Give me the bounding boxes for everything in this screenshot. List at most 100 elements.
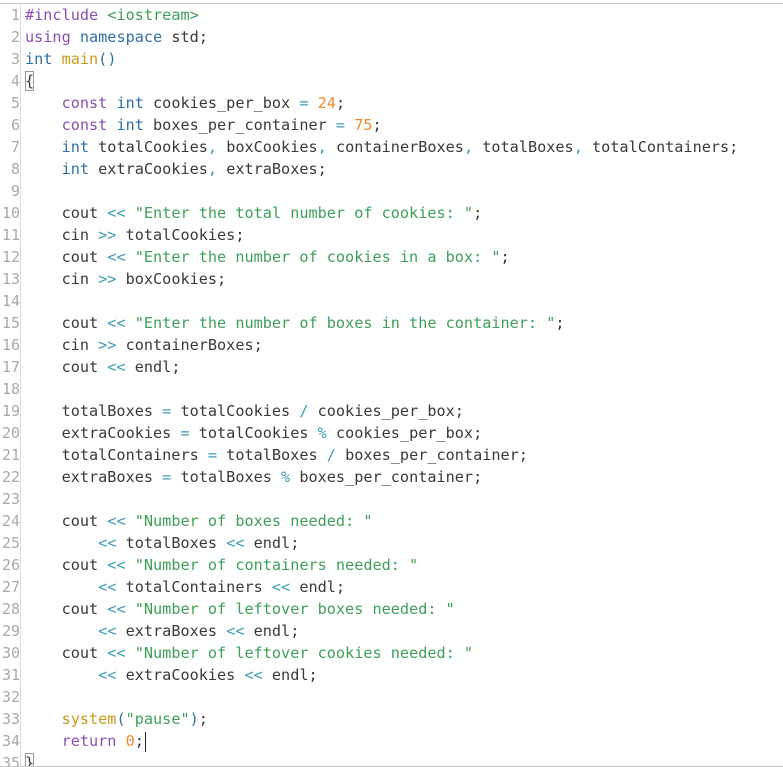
line-number: 9	[0, 180, 21, 202]
code-line[interactable]: 34 return 0;	[0, 730, 783, 752]
token-id: cin	[25, 336, 99, 354]
token-id	[25, 116, 62, 134]
token-op: <<	[107, 358, 126, 376]
token-op: =	[162, 468, 172, 486]
token-id: boxCookies	[116, 270, 218, 288]
line-number: 18	[1, 378, 21, 400]
token-pre: #include	[25, 6, 99, 24]
line-number: 35	[0, 752, 21, 766]
token-id: cout	[25, 512, 108, 530]
token-id	[98, 6, 107, 24]
token-pun: ;	[253, 336, 263, 354]
code-line[interactable]: 28 cout << "Number of leftover boxes nee…	[0, 598, 783, 620]
token-id: totalContainers	[582, 138, 730, 156]
token-str: "Number of leftover cookies needed: "	[134, 644, 474, 662]
line-number: 24	[1, 510, 21, 532]
line-code: cout << endl;	[25, 356, 181, 378]
token-type: namespace	[79, 28, 163, 46]
code-line[interactable]: 24 cout << "Number of boxes needed: "	[0, 510, 783, 532]
token-pun: ;	[372, 116, 382, 134]
token-id: cout	[25, 204, 108, 222]
line-code: cout << "Number of leftover boxes needed…	[25, 598, 455, 620]
code-line[interactable]: 12 cout << "Enter the number of cookies …	[0, 246, 783, 268]
code-line[interactable]: 6 const int boxes_per_container = 75;	[0, 114, 783, 136]
token-id: totalContainers	[25, 446, 208, 464]
code-line[interactable]: 7 int totalCookies, boxCookies, containe…	[0, 136, 783, 158]
token-str: "Enter the total number of cookies: "	[134, 204, 474, 222]
line-code: const int cookies_per_box = 24;	[25, 92, 346, 114]
token-op: <<	[107, 600, 126, 618]
token-type: int	[61, 138, 90, 156]
code-line[interactable]: 5 const int cookies_per_box = 24;	[0, 92, 783, 114]
code-line[interactable]: 16 cin >> containerBoxes;	[0, 334, 783, 356]
code-line[interactable]: 33 system("pause");	[0, 708, 783, 730]
token-fn: system	[61, 710, 117, 728]
code-line[interactable]: 20 extraCookies = totalCookies % cookies…	[0, 422, 783, 444]
token-pun: ;	[454, 402, 464, 420]
line-code: extraCookies = totalCookies % cookies_pe…	[25, 422, 483, 444]
token-id	[25, 138, 62, 156]
token-id: boxes_per_container	[290, 468, 474, 486]
code-line[interactable]: 31 << extraCookies << endl;	[0, 664, 783, 686]
code-line[interactable]: 19 totalBoxes = totalCookies / cookies_p…	[0, 400, 783, 422]
token-id: cout	[25, 248, 108, 266]
code-line[interactable]: 21 totalContainers = totalBoxes / boxes_…	[0, 444, 783, 466]
token-op: <<	[107, 556, 126, 574]
line-code: extraBoxes = totalBoxes % boxes_per_cont…	[25, 466, 483, 488]
text-cursor	[144, 731, 146, 752]
code-line[interactable]: 15 cout << "Enter the number of boxes in…	[0, 312, 783, 334]
code-line[interactable]: 4{	[0, 70, 783, 92]
code-line[interactable]: 8 int extraCookies, extraBoxes;	[0, 158, 783, 180]
token-id: totalBoxes	[25, 402, 163, 420]
token-id: cookies_per_box	[143, 94, 300, 112]
code-line[interactable]: 18	[0, 378, 783, 400]
code-editor[interactable]: 1 #include <iostream> 2 using namespace std…	[0, 3, 783, 767]
token-id: totalCookies	[189, 424, 318, 442]
code-line[interactable]: 10 cout << "Enter the total number of co…	[0, 202, 783, 224]
token-kw: const	[61, 116, 108, 134]
token-id: totalCookies	[116, 226, 236, 244]
code-line[interactable]: 1 #include <iostream>	[0, 4, 783, 26]
token-id	[25, 534, 98, 552]
token-str: "Number of leftover boxes needed: "	[134, 600, 455, 618]
code-line[interactable]: 22 extraBoxes = totalBoxes % boxes_per_c…	[0, 466, 783, 488]
code-line[interactable]: 35}	[0, 752, 783, 766]
code-line[interactable]: 27 << totalContainers << endl;	[0, 576, 783, 598]
code-line[interactable]: 25 << totalBoxes << endl;	[0, 532, 783, 554]
token-op: <<	[107, 644, 126, 662]
token-id: extraCookies	[89, 160, 208, 178]
line-code: << extraBoxes << endl;	[25, 620, 299, 642]
line-code: int extraCookies, extraBoxes;	[25, 158, 327, 180]
code-line[interactable]: 9	[0, 180, 783, 202]
code-line[interactable]: 3 int main()	[0, 48, 783, 70]
token-num: 0	[125, 732, 135, 750]
token-inc: <iostream>	[107, 6, 199, 24]
line-code: cout << "Number of boxes needed: "	[25, 510, 373, 532]
token-id	[116, 732, 125, 750]
code-line[interactable]: 17 cout << endl;	[0, 356, 783, 378]
token-op: <<	[107, 314, 126, 332]
token-op: <<	[244, 666, 263, 684]
token-id: totalBoxes	[116, 534, 227, 552]
token-id	[345, 116, 354, 134]
line-code: using namespace std;	[25, 26, 208, 48]
line-code: cout << "Enter the number of boxes in th…	[25, 312, 565, 334]
code-line[interactable]: 13 cin >> boxCookies;	[0, 268, 783, 290]
code-line[interactable]: 26 cout << "Number of containers needed:…	[0, 554, 783, 576]
line-code: #include <iostream>	[25, 4, 199, 26]
token-id	[309, 94, 318, 112]
code-line[interactable]: 14	[0, 290, 783, 312]
code-line[interactable]: 11 cin >> totalCookies;	[0, 224, 783, 246]
line-number: 17	[1, 356, 21, 378]
code-line[interactable]: 29 << extraBoxes << endl;	[0, 620, 783, 642]
token-id	[25, 622, 98, 640]
token-type: int	[25, 50, 53, 68]
code-line[interactable]: 32	[0, 686, 783, 708]
token-id: totalCookies	[171, 402, 300, 420]
code-line[interactable]: 23	[0, 488, 783, 510]
line-code: cout << "Enter the total number of cooki…	[25, 202, 483, 224]
code-line[interactable]: 2 using namespace std;	[0, 26, 783, 48]
code-line[interactable]: 30 cout << "Number of leftover cookies n…	[0, 642, 783, 664]
token-id	[126, 644, 135, 662]
line-number: 31	[1, 664, 21, 686]
